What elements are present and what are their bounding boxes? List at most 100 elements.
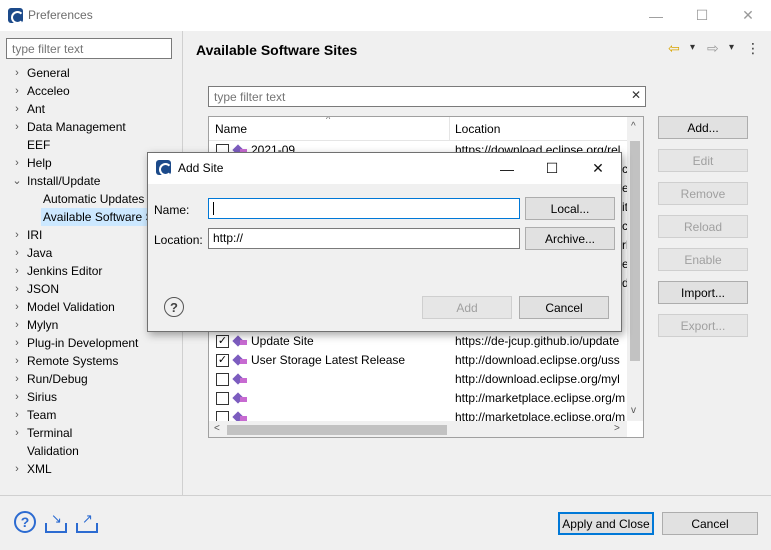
- tree-item-label: Jenkins Editor: [27, 264, 103, 278]
- chevron-right-icon[interactable]: ›: [12, 100, 22, 118]
- tree-item[interactable]: › Ant: [0, 100, 182, 118]
- tree-item[interactable]: › Sirius: [0, 388, 182, 406]
- eclipse-app-icon: [156, 160, 172, 176]
- checkbox-unchecked[interactable]: [216, 392, 229, 405]
- dialog-cancel-button[interactable]: Cancel: [519, 296, 609, 319]
- chevron-right-icon[interactable]: ›: [12, 244, 22, 262]
- scroll-right-icon[interactable]: >: [614, 423, 620, 434]
- tree-item[interactable]: › Team: [0, 406, 182, 424]
- chevron-right-icon[interactable]: ›: [12, 82, 22, 100]
- name-input[interactable]: [208, 198, 520, 219]
- chevron-down-icon[interactable]: ⌄: [12, 172, 22, 190]
- scroll-down-icon[interactable]: v: [631, 405, 636, 416]
- chevron-right-icon[interactable]: ›: [12, 118, 22, 136]
- tree-item[interactable]: › Run/Debug: [0, 370, 182, 388]
- remove-button[interactable]: Remove: [658, 182, 748, 205]
- chevron-right-icon[interactable]: ›: [12, 154, 22, 172]
- dialog-add-button[interactable]: Add: [422, 296, 512, 319]
- tree-item[interactable]: › Plug-in Development: [0, 334, 182, 352]
- import-button[interactable]: Import...: [658, 281, 748, 304]
- page-title: Available Software Sites: [196, 42, 358, 58]
- table-row[interactable]: http://download.eclipse.org/myl: [209, 370, 629, 389]
- vertical-scrollbar[interactable]: ^ v: [627, 117, 643, 421]
- archive-button[interactable]: Archive...: [525, 227, 615, 250]
- chevron-right-icon[interactable]: ›: [12, 298, 22, 316]
- table-row[interactable]: ✓ User Storage Latest Release http://downl…: [209, 351, 629, 370]
- back-dropdown-icon[interactable]: ▾: [690, 42, 695, 53]
- tree-item[interactable]: › Data Management: [0, 118, 182, 136]
- dialog-help-icon[interactable]: ?: [164, 297, 184, 317]
- checkbox-checked[interactable]: ✓: [216, 354, 229, 367]
- reload-button[interactable]: Reload: [658, 215, 748, 238]
- tree-item[interactable]: › Acceleo: [0, 82, 182, 100]
- add-button[interactable]: Add...: [658, 116, 748, 139]
- tree-item[interactable]: › General: [0, 64, 182, 82]
- help-icon[interactable]: ?: [14, 511, 36, 533]
- chevron-right-icon[interactable]: ›: [12, 388, 22, 406]
- chevron-right-icon[interactable]: ›: [12, 406, 22, 424]
- chevron-right-icon[interactable]: ›: [12, 316, 22, 334]
- site-name: Update Site: [251, 334, 314, 348]
- tree-item[interactable]: › Remote Systems: [0, 352, 182, 370]
- edit-button[interactable]: Edit: [658, 149, 748, 172]
- tree-item-label: Plug-in Development: [27, 336, 139, 350]
- table-row[interactable]: ✓ Update Site https://de-jcup.github.io/up…: [209, 332, 629, 351]
- enable-button[interactable]: Enable: [658, 248, 748, 271]
- checkbox-unchecked[interactable]: [216, 373, 229, 386]
- tree-item[interactable]: › Terminal: [0, 424, 182, 442]
- column-divider[interactable]: [449, 117, 450, 141]
- table-row[interactable]: http://marketplace.eclipse.org/m: [209, 389, 629, 408]
- minimize-button[interactable]: —: [633, 0, 679, 31]
- tree-item-label: Acceleo: [27, 84, 70, 98]
- chevron-right-icon[interactable]: ›: [12, 64, 22, 82]
- scroll-up-icon[interactable]: ^: [631, 121, 636, 132]
- forward-dropdown-icon[interactable]: ▾: [729, 42, 734, 53]
- name-label: Name:: [154, 203, 190, 217]
- column-header-location[interactable]: Location: [455, 122, 500, 136]
- tree-item[interactable]: Validation: [0, 442, 182, 460]
- chevron-right-icon[interactable]: ›: [12, 226, 22, 244]
- chevron-right-icon[interactable]: ›: [12, 424, 22, 442]
- chevron-right-icon[interactable]: ›: [12, 352, 22, 370]
- tree-item[interactable]: › XML: [0, 460, 182, 478]
- tree-item-label: Ant: [27, 102, 46, 116]
- site-location: https://de-jcup.github.io/update: [455, 334, 620, 348]
- location-input[interactable]: http://: [208, 228, 520, 249]
- site-name: User Storage Latest Release: [251, 353, 406, 367]
- chevron-right-icon[interactable]: ›: [12, 370, 22, 388]
- dialog-title-bar: Add Site — ☐ ✕: [148, 153, 621, 184]
- site-location: http://download.eclipse.org/myl: [455, 372, 620, 386]
- horizontal-scrollbar[interactable]: < >: [209, 421, 627, 437]
- tree-item-label: Validation: [27, 444, 79, 458]
- cancel-button[interactable]: Cancel: [662, 512, 758, 535]
- vertical-scroll-thumb[interactable]: [630, 141, 640, 361]
- chevron-right-icon[interactable]: ›: [12, 334, 22, 352]
- dialog-minimize-button[interactable]: —: [484, 153, 530, 184]
- dialog-maximize-button[interactable]: ☐: [529, 153, 575, 184]
- checkbox-checked[interactable]: ✓: [216, 335, 229, 348]
- export-button[interactable]: Export...: [658, 314, 748, 337]
- close-button[interactable]: ✕: [725, 0, 771, 31]
- back-arrow-icon[interactable]: ⇦: [668, 40, 680, 57]
- local-button[interactable]: Local...: [525, 197, 615, 220]
- tree-item-label: Model Validation: [27, 300, 115, 314]
- tree-item-label: Mylyn: [27, 318, 59, 332]
- view-menu-icon[interactable]: ⋮: [746, 40, 760, 57]
- chevron-right-icon[interactable]: ›: [12, 280, 22, 298]
- dialog-close-button[interactable]: ✕: [575, 153, 621, 184]
- maximize-button[interactable]: ☐: [679, 0, 725, 31]
- footer-divider: [0, 495, 771, 496]
- preferences-filter-input[interactable]: [6, 38, 172, 59]
- import-preferences-icon[interactable]: ↘: [45, 511, 67, 533]
- sites-filter-input[interactable]: [208, 86, 646, 107]
- chevron-right-icon[interactable]: ›: [12, 460, 22, 478]
- clear-filter-icon[interactable]: ✕: [631, 88, 641, 102]
- chevron-right-icon[interactable]: ›: [12, 262, 22, 280]
- column-header-name[interactable]: Name: [215, 122, 247, 136]
- export-preferences-icon[interactable]: ↗: [76, 511, 98, 533]
- apply-and-close-button[interactable]: Apply and Close: [558, 512, 654, 535]
- horizontal-scroll-thumb[interactable]: [227, 425, 447, 435]
- tree-item-label: JSON: [27, 282, 60, 296]
- forward-arrow-icon[interactable]: ⇨: [707, 40, 719, 57]
- scroll-left-icon[interactable]: <: [214, 423, 220, 434]
